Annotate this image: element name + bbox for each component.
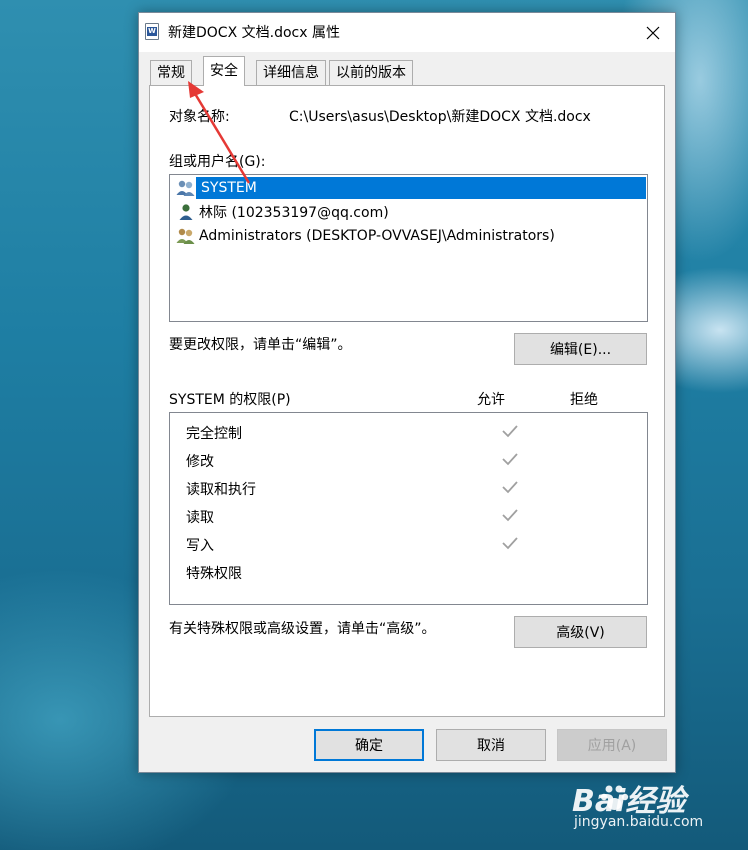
- object-name-label: 对象名称:: [169, 109, 230, 125]
- edit-button[interactable]: 编辑(E)...: [514, 333, 647, 365]
- title-bar: 新建DOCX 文档.docx 属性: [139, 13, 675, 52]
- cancel-button[interactable]: 取消: [436, 729, 546, 761]
- permission-row: 读取和执行: [186, 479, 518, 499]
- security-panel: 对象名称: C:\Users\asus\Desktop\新建DOCX 文档.do…: [149, 85, 665, 717]
- baidu-watermark: Bai经验 jingyan.baidu.com: [572, 770, 742, 840]
- checkmark-icon: [502, 425, 518, 438]
- checkmark-icon: [502, 481, 518, 494]
- permission-row: 特殊权限: [186, 563, 242, 583]
- permission-row: 写入: [186, 535, 518, 555]
- word-document-icon: [145, 23, 159, 40]
- permissions-list: 完全控制 修改 读取和执行 读取 写入 特殊权限: [169, 412, 648, 605]
- close-icon: [646, 26, 660, 39]
- checkmark-icon: [502, 537, 518, 550]
- close-button[interactable]: [631, 13, 675, 52]
- permission-name: 读取和执行: [186, 482, 256, 498]
- permission-name: 修改: [186, 454, 214, 470]
- user-name: SYSTEM: [201, 180, 257, 196]
- checkmark-icon: [502, 453, 518, 466]
- permission-row: 读取: [186, 507, 518, 527]
- group-users-icon: [176, 228, 195, 244]
- tab-security[interactable]: 安全: [203, 56, 245, 86]
- user-item-administrators[interactable]: Administrators (DESKTOP-OVVASEJ\Administ…: [176, 225, 555, 247]
- user-item-linji[interactable]: 林际 (102353197@qq.com): [176, 201, 389, 223]
- selection-highlight: [196, 177, 646, 199]
- permission-name: 读取: [186, 510, 214, 526]
- window-title: 新建DOCX 文档.docx 属性: [168, 25, 340, 41]
- checkmark-icon: [502, 509, 518, 522]
- watermark-url: jingyan.baidu.com: [574, 814, 704, 830]
- permission-row: 修改: [186, 451, 518, 471]
- user-name: 林际 (102353197@qq.com): [199, 205, 389, 221]
- user-item-system[interactable]: SYSTEM: [176, 177, 259, 199]
- advanced-hint: 有关特殊权限或高级设置，请单击“高级”。: [169, 621, 436, 637]
- users-listbox[interactable]: SYSTEM 林际 (102353197@qq.com) Administrat…: [169, 174, 648, 322]
- permission-name: 完全控制: [186, 426, 242, 442]
- tab-previous-versions[interactable]: 以前的版本: [329, 60, 413, 85]
- ok-button[interactable]: 确定: [314, 729, 424, 761]
- edit-hint: 要更改权限，请单击“编辑”。: [169, 337, 352, 353]
- tab-general[interactable]: 常规: [150, 60, 192, 85]
- tab-details[interactable]: 详细信息: [256, 60, 326, 85]
- user-name: Administrators (DESKTOP-OVVASEJ\Administ…: [199, 228, 555, 244]
- allow-header: 允许: [477, 392, 505, 408]
- group-users-icon: [176, 180, 195, 196]
- permission-name: 写入: [186, 538, 214, 554]
- advanced-button[interactable]: 高级(V): [514, 616, 647, 648]
- permissions-label: SYSTEM 的权限(P): [169, 392, 291, 408]
- permission-name: 特殊权限: [186, 566, 242, 582]
- single-user-icon: [179, 204, 193, 220]
- properties-dialog: 新建DOCX 文档.docx 属性 常规 安全 详细信息 以前的版本 对象名称:…: [138, 12, 676, 773]
- apply-button[interactable]: 应用(A): [557, 729, 667, 761]
- groups-label: 组或用户名(G):: [169, 154, 266, 170]
- object-name-value: C:\Users\asus\Desktop\新建DOCX 文档.docx: [289, 109, 591, 125]
- permission-row: 完全控制: [186, 423, 518, 443]
- deny-header: 拒绝: [570, 392, 598, 408]
